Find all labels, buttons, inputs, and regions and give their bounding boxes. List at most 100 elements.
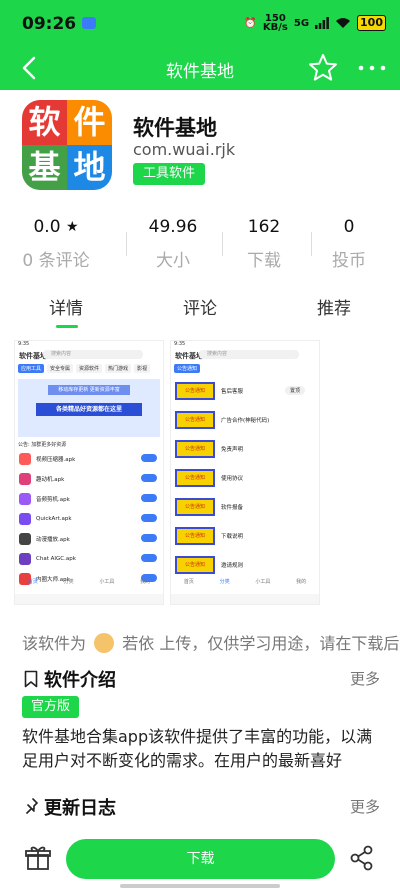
screenshot-1[interactable]: 9:35 软件基地 搜索内容 应用工具 安全专属 资源软件 热门游戏 影视 移动…: [14, 340, 164, 605]
app-icon-char: 件: [67, 100, 112, 145]
shot-chip: 应用工具: [18, 364, 45, 373]
shot-notice-row: 公告通知 下载说明: [171, 521, 319, 550]
tab-details[interactable]: 详情: [26, 294, 106, 319]
shot-notice-title: 下载说明: [221, 533, 244, 540]
stat-value: 162: [247, 217, 281, 237]
shot-app-icon: [19, 473, 31, 485]
shot-notice-title: 软件报备: [221, 504, 244, 511]
app-icon-char: 地: [67, 145, 112, 190]
stat-rating: 0.0 ★ 0 条评论: [16, 214, 96, 271]
net-speed: 150 KB/s: [262, 13, 288, 33]
shot-search: 搜索内容: [199, 350, 299, 359]
shot-notice-tag: 公告通知: [175, 468, 215, 487]
stat-label: 下载: [247, 251, 281, 271]
shot-app-row: 音频剪机.apk: [15, 489, 163, 509]
uploader-name[interactable]: 若依: [122, 634, 154, 653]
shot-chip: 热门游戏: [105, 364, 132, 373]
battery-indicator: 100: [357, 15, 386, 31]
notification-app-icon: [82, 17, 96, 29]
stat-value: 0.0: [33, 217, 61, 237]
uploader-avatar[interactable]: [94, 633, 115, 653]
shot-notice-list: 公告通知 售后客服 置顶 公告通知 广告合作(神秘代码) 公告通知 免责声明 公告通知 使用协议…: [171, 376, 319, 579]
stat-size: 49.96 大小: [133, 214, 213, 271]
shot-notice-tag: 公告通知: [175, 497, 215, 516]
shot-nav-item: 分类: [219, 579, 230, 585]
shot-system-bar: [171, 594, 319, 604]
star-filled-icon: ★: [65, 219, 79, 235]
shot-nav-item: 首页: [183, 579, 194, 585]
intro-text: 软件基地合集app该软件提供了丰富的功能，以满足用户对不断变化的需求。在用户的最…: [22, 727, 373, 770]
shot-system-bar: [15, 594, 163, 604]
status-time: 09:26: [22, 14, 77, 34]
intro-more-link[interactable]: 更多: [350, 668, 380, 689]
category-badge[interactable]: 工具软件: [133, 163, 206, 185]
shot-nav-item: 小工具: [255, 579, 271, 585]
shot-app-icon: [19, 533, 31, 545]
tab-recommend[interactable]: 推荐: [294, 294, 374, 319]
shot-notice-tag: 公告通知: [175, 526, 215, 545]
shot-nav-item: 我的: [140, 579, 151, 585]
shot-download-pill: [141, 534, 157, 542]
screenshot-2[interactable]: 9:35 软件基地 搜索内容 公告通知 公告通知 售后客服 置顶 公告通知 广告合作(神…: [170, 340, 320, 605]
shot-notice-row: 公告通知 使用协议: [171, 463, 319, 492]
share-icon[interactable]: [348, 844, 376, 872]
download-button[interactable]: 下载: [66, 839, 335, 879]
more-dots-icon[interactable]: [355, 54, 389, 82]
official-badge: 官方版: [22, 696, 80, 718]
app-icon-char: 基: [22, 145, 67, 190]
alarm-icon: ⏰: [244, 17, 257, 29]
shot-notice-title: 广告合作(神秘代码): [221, 417, 270, 424]
shot-notice: 公告: 加群更多好资源: [18, 442, 67, 448]
shot-pin-pill: 置顶: [284, 386, 305, 395]
shot-nav-item: 分类: [63, 579, 74, 585]
shot-download-pill: [141, 554, 157, 562]
stat-value: 0: [343, 217, 355, 237]
uploader-suffix: 上传，仅供学习用途，请在下载后: [159, 634, 400, 653]
status-bar: 09:26 ⏰ 150 KB/s 5G 100: [0, 0, 400, 48]
section-title: 更新日志: [44, 798, 116, 819]
shot-app-name: 音频剪机.apk: [36, 497, 70, 503]
shot-app-row: 趣动机.apk: [15, 469, 163, 489]
bottom-action-bar: 下载: [0, 828, 400, 889]
stat-value: 49.96: [148, 217, 198, 237]
star-outline-icon[interactable]: [306, 51, 340, 85]
shot-notice-row: 公告通知 软件报备: [171, 492, 319, 521]
shot-download-pill: [141, 494, 157, 502]
shot-notice-row: 公告通知 售后客服 置顶: [171, 376, 319, 405]
shot-banner-top: 移动库存更新 更新资源丰富: [48, 385, 130, 395]
stat-label: 大小: [156, 251, 190, 271]
shot-notice-tag: 公告通知: [175, 439, 215, 458]
stat-divider: [126, 232, 127, 256]
intro-section-header: 软件介绍 更多: [22, 666, 382, 692]
section-title: 软件介绍: [44, 670, 116, 691]
app-icon: 软 件 基 地: [22, 100, 112, 190]
shot-chips: 应用工具 安全专属 资源软件 热门游戏 影视: [15, 361, 163, 376]
gift-icon[interactable]: [24, 844, 52, 872]
detail-tabs: 详情 评论 推荐: [0, 294, 400, 334]
shot-download-pill: [141, 454, 157, 462]
shot-bottom-nav: 首页 分类 小工具 我的: [171, 578, 319, 592]
shot-app-name: 视频压缩器.apk: [36, 457, 76, 463]
bookmark-icon: [24, 670, 38, 688]
changelog-section-header: 更新日志 更多: [22, 794, 382, 820]
home-indicator: [120, 884, 280, 888]
shot-notice-tag: 公告通知: [175, 410, 215, 429]
shot-notice-row: 公告通知 邀请规则: [171, 550, 319, 579]
shot-notice-title: 使用协议: [221, 475, 244, 482]
shot-chip: 安全专属: [47, 364, 74, 373]
shot-app-icon: [19, 553, 31, 565]
shot-app-row: 视频压缩器.apk: [15, 449, 163, 469]
screenshot-gallery[interactable]: 9:35 软件基地 搜索内容 应用工具 安全专属 资源软件 热门游戏 影视 移动…: [0, 340, 400, 610]
stat-coins: 0 投币: [309, 214, 389, 271]
shot-download-pill: [141, 474, 157, 482]
shot-notice-tag: 公告通知: [175, 381, 215, 400]
pin-icon: [26, 798, 38, 814]
shot-notice-title: 售后客服: [221, 388, 244, 395]
app-name: 软件基地: [133, 116, 217, 140]
shot-search: 搜索内容: [43, 350, 143, 359]
shot-chip: 资源软件: [76, 364, 103, 373]
shot-app-name: QuickArt.apk: [36, 516, 72, 522]
stat-label: 投币: [332, 251, 366, 271]
changelog-more-link[interactable]: 更多: [350, 796, 380, 817]
tab-comments[interactable]: 评论: [160, 294, 240, 319]
